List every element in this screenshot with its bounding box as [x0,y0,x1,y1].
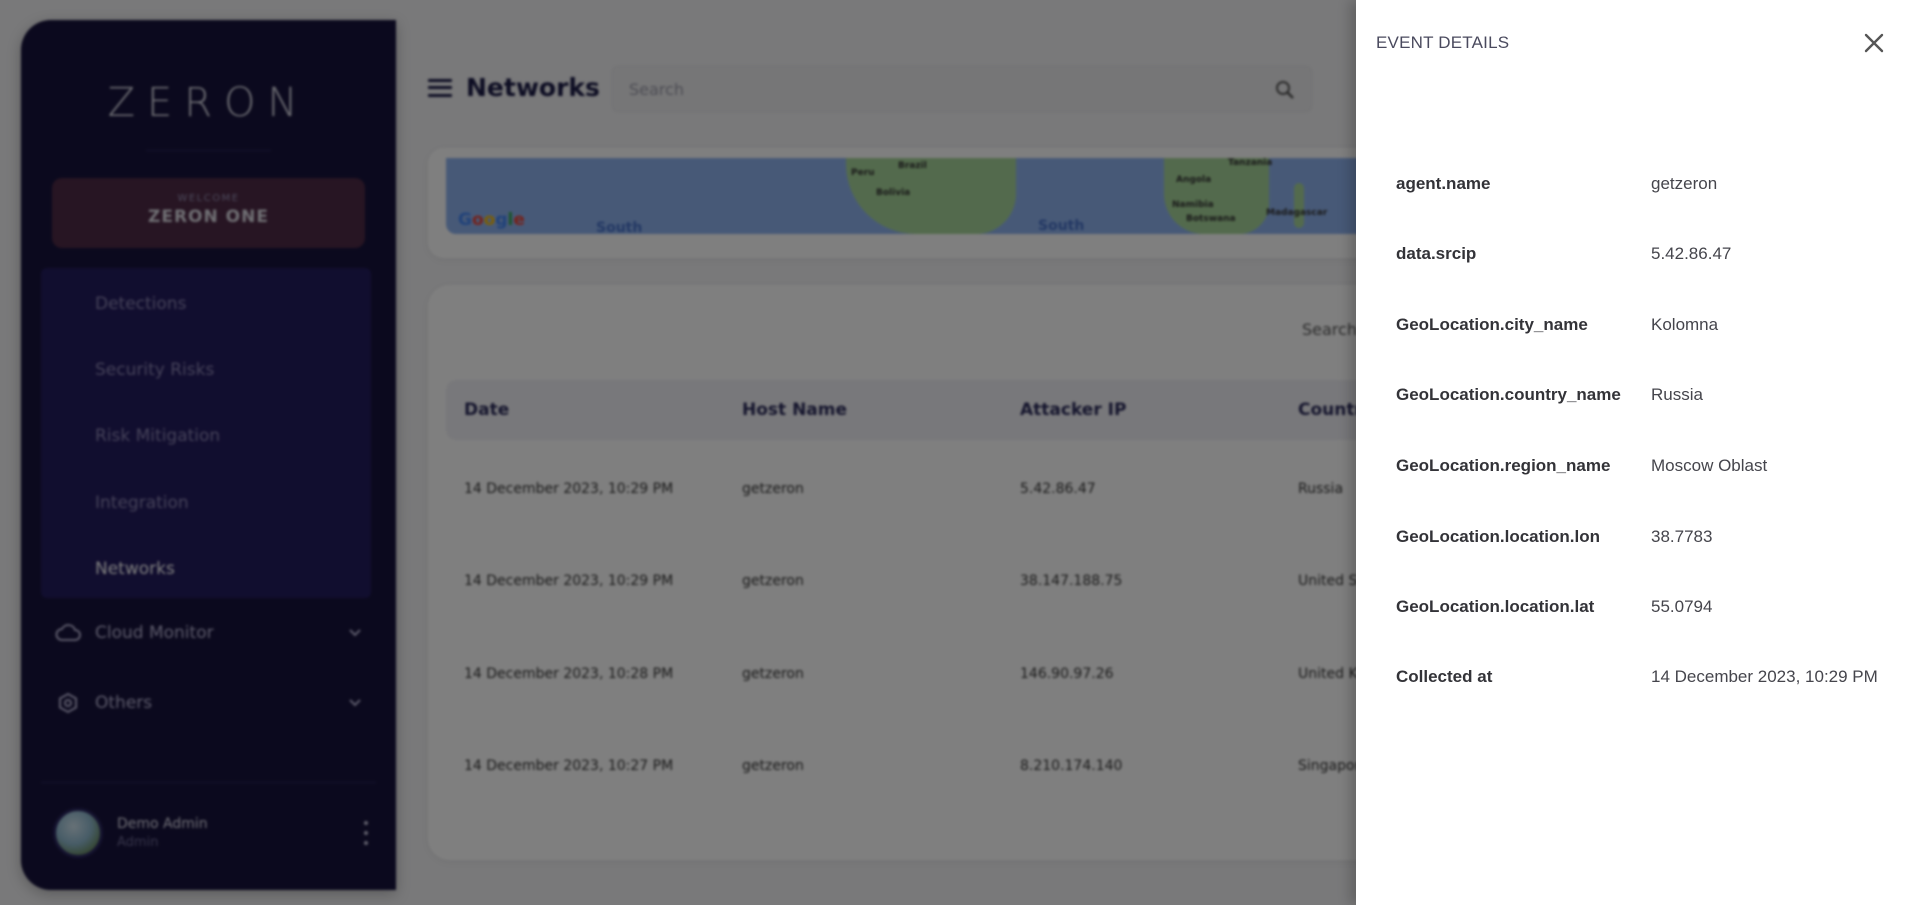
drawer-title: EVENT DETAILS [1376,33,1510,52]
detail-value: 14 December 2023, 10:29 PM [1651,667,1878,686]
detail-row-agent-name: agent.name getzeron [1396,172,1910,196]
detail-key: data.srcip [1396,244,1477,263]
detail-value: Moscow Oblast [1651,456,1768,475]
detail-row-city: GeoLocation.city_name Kolomna [1396,313,1910,337]
detail-key: GeoLocation.country_name [1396,385,1621,404]
detail-key: GeoLocation.location.lat [1396,597,1595,616]
close-button[interactable] [1861,30,1887,56]
detail-value: getzeron [1651,174,1718,193]
detail-row-srcip: data.srcip 5.42.86.47 [1396,242,1910,266]
detail-key: Collected at [1396,667,1493,686]
detail-key: GeoLocation.city_name [1396,315,1588,334]
detail-row-region: GeoLocation.region_name Moscow Oblast [1396,454,1910,478]
detail-key: agent.name [1396,174,1491,193]
detail-value: 5.42.86.47 [1651,244,1732,263]
detail-row-collected-at: Collected at 14 December 2023, 10:29 PM [1396,665,1910,689]
detail-value: Kolomna [1651,315,1719,334]
detail-key: GeoLocation.region_name [1396,456,1611,475]
detail-value: 55.0794 [1651,597,1713,616]
event-details-drawer: EVENT DETAILS agent.name getzeron data.s… [1356,0,1920,905]
close-icon [1864,33,1884,53]
detail-row-lat: GeoLocation.location.lat 55.0794 [1396,595,1910,619]
detail-row-lon: GeoLocation.location.lon 38.7783 [1396,525,1910,549]
detail-key: GeoLocation.location.lon [1396,527,1600,546]
detail-value: 38.7783 [1651,527,1713,546]
detail-value: Russia [1651,385,1703,404]
detail-row-country: GeoLocation.country_name Russia [1396,383,1910,407]
